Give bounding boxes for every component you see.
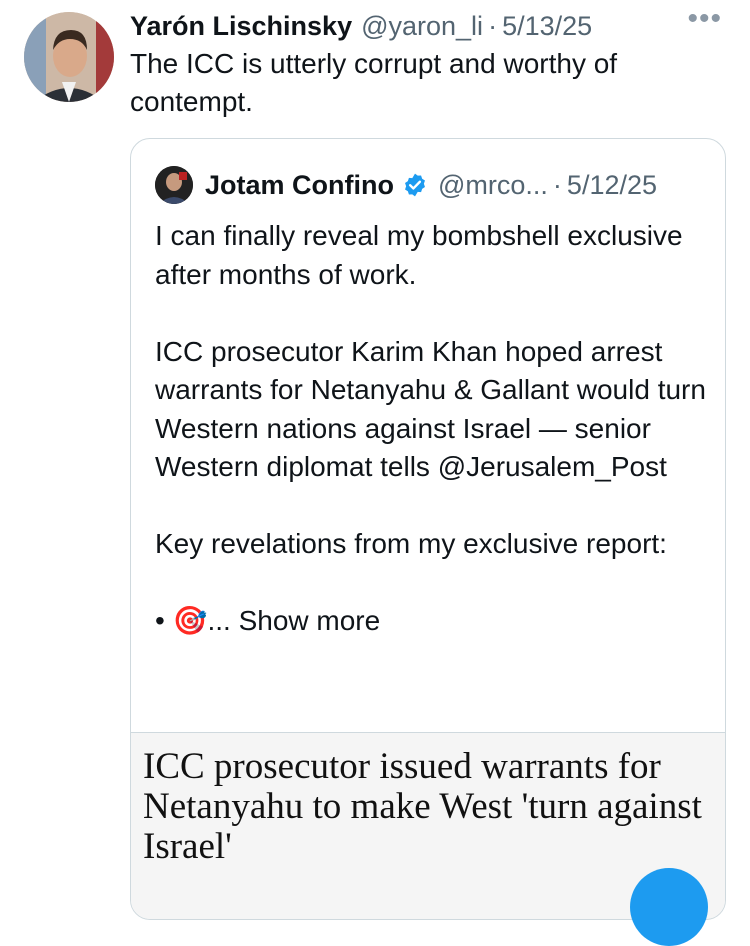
- quoted-paragraph: ICC prosecutor Karim Khan hoped arrest w…: [155, 335, 706, 483]
- verified-badge-icon: [405, 173, 425, 197]
- tweet-header: Yarón Lischinsky @yaron_li · 5/13/25: [130, 6, 726, 46]
- bullet-target-emoji: • 🎯: [155, 605, 208, 636]
- author-avatar[interactable]: [24, 12, 114, 102]
- quoted-tweet-text: I can finally reveal my bombshell exclus…: [155, 217, 715, 641]
- show-more-link[interactable]: ... Show more: [207, 605, 380, 636]
- quoted-separator-dot: ·: [552, 169, 562, 200]
- quoted-paragraph: Key revelations from my exclusive report…: [155, 528, 667, 559]
- author-name[interactable]: Yarón Lischinsky: [130, 11, 352, 42]
- link-card-title: ICC prosecutor issued warrants for Netan…: [143, 746, 702, 867]
- tweet-date[interactable]: 5/13/25: [502, 11, 592, 42]
- quoted-author-photo: [155, 166, 193, 204]
- quoted-paragraph: I can finally reveal my bombshell exclus…: [155, 220, 683, 290]
- quoted-last-line: • 🎯... Show more: [155, 602, 715, 641]
- tweet-text: The ICC is utterly corrupt and worthy of…: [130, 48, 618, 117]
- quoted-tweet-header: Jotam Confino @mrco... · 5/12/25: [155, 165, 657, 205]
- separator-dot: ·: [488, 10, 498, 41]
- quoted-author-avatar[interactable]: [155, 166, 193, 204]
- floating-action-button[interactable]: [630, 868, 708, 946]
- quoted-author-name[interactable]: Jotam Confino: [205, 170, 394, 201]
- quoted-author-handle[interactable]: @mrco...: [438, 170, 548, 201]
- author-handle[interactable]: @yaron_li: [361, 11, 483, 42]
- more-options-icon[interactable]: •••: [687, 4, 722, 34]
- author-photo: [24, 12, 114, 102]
- quoted-tweet-date[interactable]: 5/12/25: [567, 170, 657, 201]
- quoted-tweet[interactable]: Jotam Confino @mrco... · 5/12/25 I can f…: [130, 138, 726, 920]
